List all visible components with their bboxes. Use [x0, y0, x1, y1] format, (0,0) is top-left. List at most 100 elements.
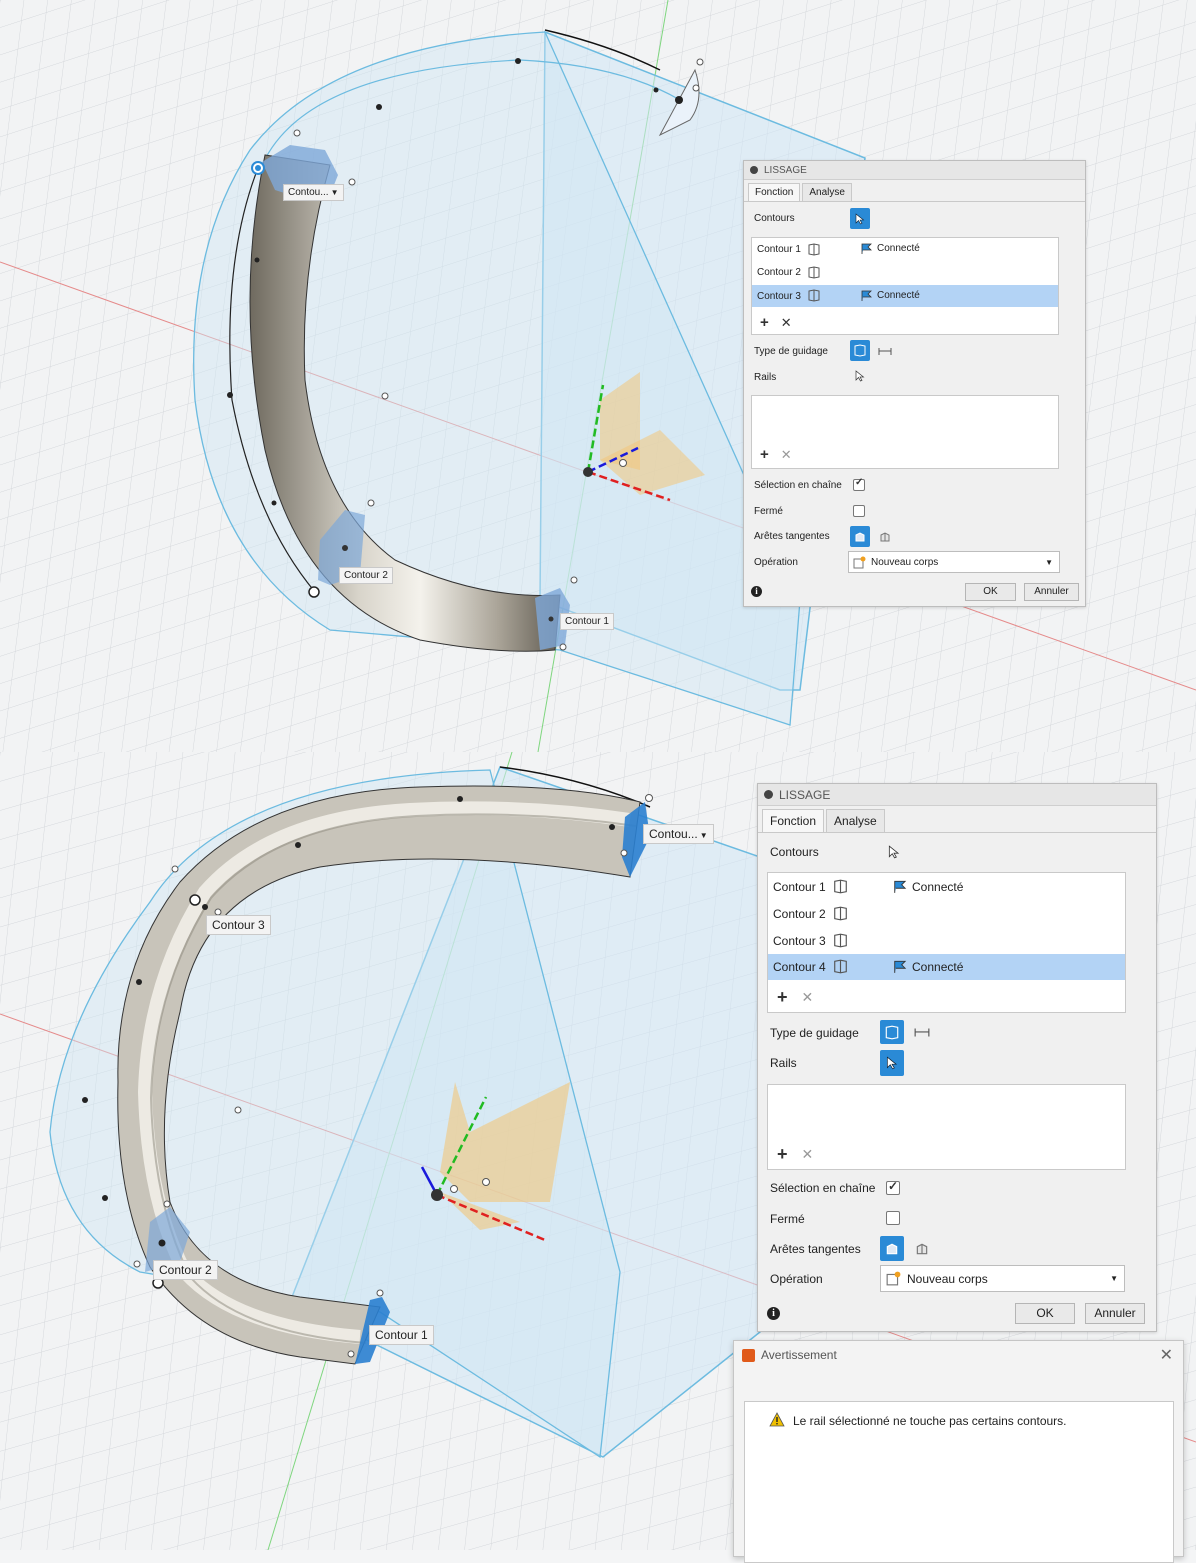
tangent-merge-button[interactable]	[850, 526, 870, 547]
connection-status[interactable]: Connecté	[892, 959, 963, 974]
new-body-icon	[886, 1271, 901, 1286]
contour-2-label[interactable]: Contour 2	[153, 1260, 218, 1280]
rails-select-button[interactable]	[852, 367, 868, 385]
tab-analyse[interactable]: Analyse	[802, 183, 852, 201]
collapse-icon[interactable]	[764, 790, 773, 799]
connection-text: Connecté	[912, 959, 964, 974]
rails-label: Rails	[754, 372, 777, 383]
profile-type-icon[interactable]	[832, 906, 849, 921]
profile-name: Contour 4	[773, 960, 826, 974]
tab-analyse[interactable]: Analyse	[826, 809, 885, 832]
info-icon[interactable]: i	[751, 586, 762, 597]
rail-end-point[interactable]	[308, 586, 320, 598]
tangent-edges-label: Arêtes tangentes	[770, 1242, 861, 1256]
profile-type-icon[interactable]	[832, 933, 849, 948]
contour-1-label[interactable]: Contour 1	[369, 1325, 434, 1345]
contour-label-trunc[interactable]: Contou... ▼	[283, 184, 344, 201]
closed-checkbox[interactable]	[886, 1211, 900, 1225]
ok-button[interactable]: OK	[1015, 1303, 1075, 1324]
add-profile-button[interactable]: +	[777, 987, 788, 1008]
profile-type-icon[interactable]	[807, 289, 821, 302]
panel-tabs: Fonction Analyse	[744, 183, 1085, 202]
profile-row-1[interactable]: Contour 1 Connecté	[768, 875, 1125, 899]
flag-icon	[861, 243, 872, 254]
centerline-guide-icon	[878, 347, 892, 355]
closed-label: Fermé	[770, 1212, 805, 1226]
operation-value: Nouveau corps	[907, 1271, 988, 1286]
chevron-down-icon: ▼	[1045, 557, 1053, 567]
operation-label: Opération	[770, 1272, 823, 1286]
tangent-keep-button[interactable]	[875, 527, 895, 547]
connection-status[interactable]: Connecté	[892, 879, 963, 894]
rails-label: Rails	[770, 1056, 797, 1070]
rails-actions: + ✕	[777, 1144, 813, 1165]
cursor-icon	[855, 370, 865, 382]
contours-select-button[interactable]	[850, 208, 870, 229]
guide-type-label: Type de guidage	[770, 1026, 859, 1040]
profile-name: Contour 1	[757, 244, 801, 255]
rails-list: + ✕	[751, 395, 1059, 469]
guide-type-label: Type de guidage	[754, 346, 828, 357]
tab-fonction[interactable]: Fonction	[762, 809, 825, 832]
collapse-icon[interactable]	[750, 166, 758, 174]
profile-row-2[interactable]: Contour 2	[768, 902, 1125, 926]
profile-name: Contour 3	[757, 290, 801, 302]
connection-status[interactable]: Connecté	[860, 289, 920, 302]
profile-name: Contour 3	[773, 934, 826, 948]
profile-type-icon[interactable]	[832, 959, 849, 974]
centerline-guide-icon	[914, 1028, 930, 1037]
dialog-title: Avertissement	[761, 1348, 837, 1362]
profile-type-icon[interactable]	[832, 879, 849, 894]
contour-label-trunc[interactable]: Contou... ▼	[643, 824, 714, 844]
info-icon[interactable]: i	[767, 1307, 780, 1320]
cancel-button[interactable]: Annuler	[1024, 583, 1079, 601]
contours-select-button[interactable]	[885, 842, 903, 862]
dialog-header: Avertissement	[734, 1341, 1183, 1369]
contour-1-label[interactable]: Contour 1	[560, 613, 614, 630]
profile-type-icon[interactable]	[807, 243, 821, 256]
profile-type-icon[interactable]	[807, 266, 821, 279]
profile-row-3[interactable]: Contour 3 Connecté	[752, 285, 1058, 307]
add-rail-button[interactable]: +	[777, 1144, 788, 1165]
ok-button[interactable]: OK	[965, 583, 1016, 601]
close-icon[interactable]: ✕	[1160, 1345, 1173, 1365]
add-profile-button[interactable]: +	[760, 314, 769, 331]
operation-select[interactable]: Nouveau corps ▼	[880, 1265, 1125, 1292]
remove-profile-button[interactable]: ✕	[802, 989, 814, 1006]
chain-selection-label: Sélection en chaîne	[754, 480, 842, 491]
rails-select-button[interactable]	[880, 1050, 904, 1076]
profile-name: Contour 2	[757, 267, 801, 278]
guide-rails-button[interactable]	[880, 1020, 904, 1044]
contour-3-label[interactable]: Contour 3	[206, 915, 271, 935]
remove-profile-button[interactable]: ✕	[781, 315, 792, 331]
warning-message: Le rail sélectionné ne touche pas certai…	[793, 1414, 1067, 1428]
remove-rail-button[interactable]: ✕	[781, 447, 792, 463]
contours-label: Contours	[770, 845, 819, 859]
guide-centerline-button[interactable]	[875, 341, 895, 361]
guide-centerline-button[interactable]	[910, 1021, 934, 1044]
profile-row-1[interactable]: Contour 1 Connecté	[752, 240, 1058, 259]
closed-checkbox[interactable]	[853, 505, 865, 517]
connection-status[interactable]: Connecté	[860, 242, 920, 255]
profile-row-3[interactable]: Contour 3	[768, 929, 1125, 953]
chain-selection-checkbox[interactable]	[886, 1179, 900, 1195]
profile-row-2[interactable]: Contour 2	[752, 263, 1058, 282]
add-rail-button[interactable]: +	[760, 446, 769, 463]
warning-icon	[769, 1412, 785, 1427]
profile-row-4[interactable]: Contour 4 Connecté	[768, 954, 1125, 980]
chain-selection-checkbox[interactable]	[853, 477, 865, 491]
loft-panel-bottom: LISSAGE Fonction Analyse Contours Contou…	[757, 783, 1157, 1332]
tangent-keep-button[interactable]	[910, 1237, 934, 1261]
flag-icon	[861, 290, 872, 301]
cancel-button[interactable]: Annuler	[1085, 1303, 1145, 1324]
contour-2-label[interactable]: Contour 2	[339, 567, 393, 584]
tangent-merge-button[interactable]	[880, 1236, 904, 1261]
remove-rail-button[interactable]: ✕	[802, 1146, 814, 1163]
guide-rails-button[interactable]	[850, 340, 870, 361]
merge-edges-icon	[886, 1243, 898, 1254]
rail-start-point[interactable]	[189, 894, 201, 906]
profiles-list: Contour 1 Connecté Contour 2 Contour 3 C…	[751, 237, 1059, 335]
operation-select[interactable]: Nouveau corps ▼	[848, 551, 1060, 573]
panel-header: LISSAGE	[758, 784, 1156, 806]
tab-fonction[interactable]: Fonction	[748, 183, 801, 201]
